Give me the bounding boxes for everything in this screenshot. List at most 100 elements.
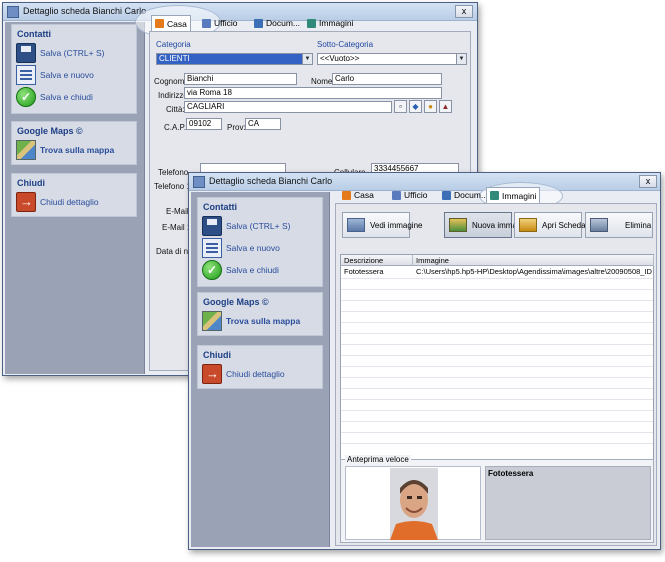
- delete-icon: [590, 218, 608, 232]
- find-on-map-label: Trova sulla mappa: [226, 316, 301, 326]
- column-header-descrizione[interactable]: Descrizione: [341, 255, 413, 266]
- citta-field[interactable]: CAGLIARI: [184, 101, 392, 113]
- save-new-label: Salva e nuovo: [226, 243, 280, 253]
- tab-label: Ufficio: [214, 18, 238, 28]
- row-divider: [341, 322, 653, 323]
- save-label: Salva (CTRL+ S): [226, 221, 291, 231]
- cap-field[interactable]: 09102: [186, 118, 222, 130]
- group-title-maps: Google Maps ©: [17, 126, 83, 136]
- close-detail-label: Chiudi dettaglio: [40, 197, 99, 207]
- house-icon: [342, 190, 351, 200]
- exit-icon: [16, 192, 36, 212]
- tab-casa[interactable]: Casa: [339, 187, 377, 203]
- front-window: Dettaglio scheda Bianchi Carlo x Contatt…: [188, 172, 661, 550]
- map-icon: [202, 311, 222, 331]
- column-header-immagine[interactable]: Immagine: [413, 255, 654, 266]
- cell-descrizione: Fototessera: [344, 267, 384, 276]
- group-google-maps: Google Maps © Trova sulla mappa: [197, 292, 323, 336]
- add-image-icon: [449, 218, 467, 232]
- open-card-button[interactable]: Apri Scheda: [514, 212, 586, 238]
- stamp-icon[interactable]: ▲: [439, 100, 452, 113]
- cognome-field[interactable]: Bianchi: [184, 73, 297, 85]
- row-divider: [341, 410, 653, 411]
- chevron-down-icon[interactable]: ▼: [302, 54, 312, 64]
- close-detail-button[interactable]: Chiudi dettaglio: [16, 192, 99, 212]
- indirizzo-field[interactable]: via Roma 18: [184, 87, 442, 99]
- close-detail-button[interactable]: Chiudi dettaglio: [202, 364, 285, 384]
- sotto-categoria-combo[interactable]: <<Vuoto>> ▼: [317, 53, 467, 65]
- images-panel: Vedi immagine Nuova immagine Apri Scheda…: [335, 203, 657, 546]
- tab-label: Docum...: [266, 18, 301, 28]
- search-icon[interactable]: ●: [424, 100, 437, 113]
- save-close-button[interactable]: ✓ Salva e chiudi: [16, 87, 93, 107]
- group-contatti: Contatti Salva (CTRL+ S) Salva e nuovo ✓…: [197, 197, 323, 287]
- tab-immagini[interactable]: Immagini: [304, 15, 356, 31]
- nome-field[interactable]: Carlo: [332, 73, 442, 85]
- save-new-button[interactable]: Salva e nuovo: [202, 238, 280, 258]
- preview-image-frame: [345, 466, 481, 540]
- tab-ufficio[interactable]: Ufficio: [199, 15, 240, 31]
- back-tabstrip: Casa Ufficio Docum... Immagini: [151, 15, 471, 31]
- delete-button[interactable]: Elimina: [585, 212, 653, 238]
- house-icon: [155, 19, 164, 28]
- preview-title: Anteprima veloce: [345, 455, 411, 464]
- group-chiudi: Chiudi Chiudi dettaglio: [11, 173, 137, 217]
- find-on-map-button[interactable]: Trova sulla mappa: [202, 311, 300, 331]
- sidebar: Contatti Salva (CTRL+ S) Salva e nuovo ✓…: [5, 22, 145, 374]
- open-card-label: Apri Scheda: [542, 220, 586, 230]
- grid-header: Descrizione Immagine: [341, 255, 654, 266]
- list-icon: [202, 238, 222, 258]
- save-button[interactable]: Salva (CTRL+ S): [16, 43, 104, 63]
- group-title-contatti: Contatti: [203, 202, 237, 212]
- group-google-maps: Google Maps © Trova sulla mappa: [11, 121, 137, 165]
- open-card-icon: [519, 218, 537, 232]
- document-icon[interactable]: ▫: [394, 100, 407, 113]
- save-new-label: Salva e nuovo: [40, 70, 94, 80]
- tab-label: Casa: [167, 18, 187, 29]
- categoria-combo[interactable]: CLIENTI ▼: [156, 53, 313, 65]
- preview-caption-box: Fototessera: [485, 466, 651, 540]
- save-new-button[interactable]: Salva e nuovo: [16, 65, 94, 85]
- tab-label: Casa: [354, 190, 374, 200]
- quick-preview: Anteprima veloce Fototessera: [340, 455, 654, 543]
- table-row[interactable]: Fototessera C:\Users\hp5.hp5-HP\Desktop\…: [341, 267, 653, 277]
- view-image-label: Vedi immagine: [370, 220, 423, 230]
- tab-documenti[interactable]: Docum...: [439, 187, 491, 203]
- tab-documenti[interactable]: Docum...: [251, 15, 303, 31]
- map-icon: [16, 140, 36, 160]
- window-icon: [7, 6, 19, 18]
- office-icon: [392, 190, 401, 200]
- document-icon: [254, 18, 263, 28]
- tab-ufficio[interactable]: Ufficio: [389, 187, 430, 203]
- prov-label: Prov:: [227, 123, 246, 132]
- find-on-map-button[interactable]: Trova sulla mappa: [16, 140, 114, 160]
- tab-casa[interactable]: Casa: [151, 15, 191, 31]
- chevron-down-icon[interactable]: ▼: [456, 54, 466, 64]
- sotto-categoria-value: <<Vuoto>>: [320, 54, 360, 63]
- floppy-icon: [202, 216, 222, 236]
- image-icon: [347, 218, 365, 232]
- portrait-photo: [390, 468, 438, 540]
- document-icon: [442, 190, 451, 200]
- new-image-button[interactable]: Nuova immagine: [444, 212, 532, 238]
- row-divider: [341, 300, 653, 301]
- save-label: Salva (CTRL+ S): [40, 48, 105, 58]
- close-detail-label: Chiudi dettaglio: [226, 369, 285, 379]
- save-button[interactable]: Salva (CTRL+ S): [202, 216, 290, 236]
- exit-icon: [202, 364, 222, 384]
- check-icon: ✓: [16, 87, 36, 107]
- view-image-button[interactable]: Vedi immagine: [342, 212, 422, 238]
- prov-field[interactable]: CA: [245, 118, 281, 130]
- group-title-chiudi: Chiudi: [17, 178, 45, 188]
- images-grid: Descrizione Immagine Fototessera C:\User…: [340, 254, 654, 460]
- row-divider: [341, 311, 653, 312]
- globe-icon[interactable]: ◆: [409, 100, 422, 113]
- tab-immagini[interactable]: Immagini: [486, 187, 541, 203]
- window-title: Dettaglio scheda Bianchi Carlo: [23, 6, 147, 16]
- save-close-button[interactable]: ✓ Salva e chiudi: [202, 260, 279, 280]
- list-icon: [16, 65, 36, 85]
- front-tabstrip: Casa Ufficio Docum... Immagini: [339, 187, 659, 203]
- row-divider: [341, 355, 653, 356]
- categoria-label: Categoria: [156, 40, 191, 49]
- row-divider: [341, 289, 653, 290]
